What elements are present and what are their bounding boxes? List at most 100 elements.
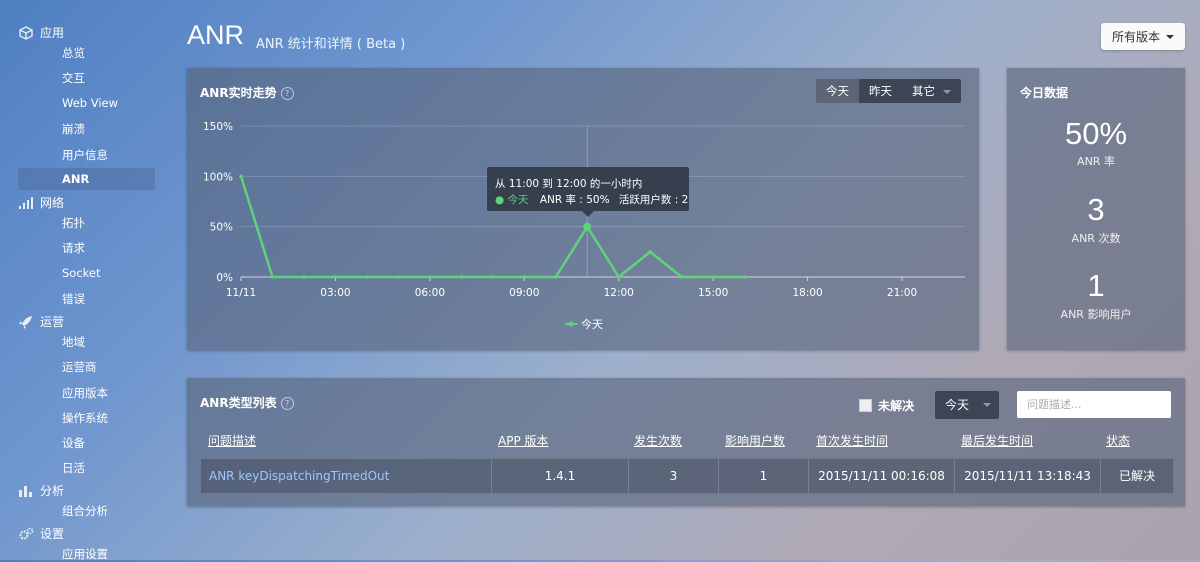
cube-icon [19, 25, 33, 40]
cell-status: 已解决 [1118, 469, 1155, 483]
x-tick-label: 11/11 [226, 287, 256, 299]
sidebar-item-request[interactable]: 请求 [62, 240, 85, 256]
cell-count: 3 [629, 459, 719, 493]
data-point [711, 275, 715, 279]
sidebar-item-combo-analysis[interactable]: 组合分析 [62, 503, 108, 519]
issue-description-link[interactable]: ANR keyDispatchingTimedOut [201, 459, 492, 493]
sidebar-item-error[interactable]: 错误 [62, 291, 85, 307]
data-point [428, 275, 432, 279]
y-tick-label: 100% [203, 171, 233, 183]
cell-app-version: 1.4.1 [492, 459, 629, 493]
sidebar: 应用 总览 交互 Web View 崩溃 用户信息 ANR 网络 拓扑 请求 S… [0, 0, 170, 561]
sidebar-section-label: 设置 [40, 527, 65, 541]
period-dropdown[interactable]: 今天 [935, 391, 999, 419]
sidebar-item-device[interactable]: 设备 [62, 435, 85, 451]
sidebar-item-anr[interactable]: ANR [18, 168, 155, 190]
sidebar-item-crash[interactable]: 崩溃 [62, 121, 85, 137]
page-subtitle: ANR 统计和详情 ( Beta ) [256, 37, 406, 52]
sidebar-item-carrier[interactable]: 运营商 [62, 359, 97, 375]
gear-icon [19, 527, 34, 539]
data-point [679, 275, 684, 279]
bar-chart-icon [19, 485, 32, 497]
sidebar-item-region[interactable]: 地域 [62, 334, 85, 350]
caret-down-icon [1166, 34, 1174, 39]
signal-icon [19, 196, 33, 209]
unresolved-checkbox[interactable] [859, 399, 872, 412]
data-point [365, 275, 369, 279]
sidebar-section-label: 应用 [40, 26, 65, 40]
sidebar-section-label: 网络 [40, 196, 65, 210]
sidebar-section-label: 运营 [40, 315, 65, 329]
legend-marker [568, 321, 574, 327]
col-header-count[interactable]: 发生次数 [634, 432, 682, 449]
tooltip-rate: ANR 率 : 50% [539, 194, 610, 206]
period-dropdown-label: 今天 [945, 398, 970, 412]
today-panel-title: 今日数据 [1020, 86, 1069, 100]
anr-rate-value: 50% [1064, 116, 1128, 151]
data-point [648, 250, 653, 254]
col-header-description[interactable]: 问题描述 [208, 432, 256, 449]
data-point [459, 275, 464, 279]
data-point [302, 275, 306, 279]
sidebar-item-socket[interactable]: Socket [62, 266, 101, 280]
col-header-affected-users[interactable]: 影响用户数 [725, 432, 785, 449]
cell-first-time: 2015/11/11 00:16:08 [809, 459, 955, 493]
chart-tooltip: 从 11:00 到 12:00 的一小时内 ● 今天 ANR 率 : 50% 活… [487, 167, 689, 217]
sidebar-item-webview[interactable]: Web View [62, 96, 118, 110]
y-tick-label: 50% [210, 222, 233, 234]
data-point [396, 275, 401, 279]
col-header-first-time[interactable]: 首次发生时间 [816, 432, 888, 449]
help-icon[interactable]: ? [280, 397, 294, 410]
sidebar-section-operation[interactable]: 运营 [18, 313, 64, 330]
unresolved-label: 未解决 [878, 399, 915, 413]
table-row[interactable]: ANR keyDispatchingTimedOut 1.4.1 3 1 201… [200, 458, 1174, 494]
data-point [522, 275, 527, 279]
data-point [742, 275, 747, 279]
x-tick-label: 18:00 [792, 287, 822, 299]
col-header-last-time[interactable]: 最后发生时间 [961, 432, 1033, 449]
sidebar-section-app[interactable]: 应用 [18, 24, 64, 41]
types-panel-title: ANR类型列表 [200, 396, 277, 410]
sidebar-item-app-version[interactable]: 应用版本 [62, 385, 108, 401]
version-dropdown-label: 所有版本 [1111, 30, 1160, 44]
issue-search-input[interactable] [1017, 391, 1171, 418]
anr-rate-label: ANR 率 [1077, 155, 1115, 168]
sidebar-item-overview[interactable]: 总览 [62, 45, 85, 61]
legend-label: 今天 [581, 317, 603, 331]
y-tick-label: 0% [216, 272, 233, 284]
cell-affected-users: 1 [719, 459, 809, 493]
data-point [270, 275, 275, 279]
data-point [553, 275, 558, 279]
sidebar-section-network[interactable]: 网络 [18, 194, 64, 211]
anr-users-label: ANR 影响用户 [1060, 308, 1132, 321]
x-tick-label: 09:00 [509, 287, 539, 299]
x-tick-label: 15:00 [698, 287, 728, 299]
data-point [583, 222, 592, 231]
x-tick-label: 21:00 [887, 287, 917, 299]
data-point [616, 275, 621, 279]
x-tick-label: 06:00 [415, 287, 445, 299]
sidebar-item-dau[interactable]: 日活 [62, 460, 85, 476]
anr-count-label: ANR 次数 [1071, 232, 1121, 245]
x-tick-label: 12:00 [604, 287, 634, 299]
page-title: ANR [187, 20, 245, 50]
col-header-status[interactable]: 状态 [1106, 432, 1130, 449]
sidebar-section-label: 分析 [40, 484, 65, 498]
y-tick-label: 150% [203, 121, 233, 133]
data-point [491, 275, 495, 279]
col-header-app-version[interactable]: APP 版本 [498, 432, 549, 449]
sidebar-item-interaction[interactable]: 交互 [62, 70, 85, 86]
sidebar-item-topology[interactable]: 拓扑 [62, 215, 85, 231]
caret-down-icon [983, 403, 991, 407]
tooltip-series: ● 今天 [495, 194, 529, 206]
anr-users-value: 1 [1087, 268, 1105, 303]
sidebar-item-user-info[interactable]: 用户信息 [62, 147, 108, 163]
cell-last-time: 2015/11/11 13:18:43 [955, 459, 1101, 493]
anr-count-value: 3 [1087, 192, 1105, 227]
sidebar-section-analysis[interactable]: 分析 [18, 482, 64, 499]
sidebar-section-settings[interactable]: 设置 [18, 525, 64, 542]
version-dropdown-button[interactable]: 所有版本 [1101, 23, 1185, 50]
sidebar-item-os[interactable]: 操作系统 [62, 410, 108, 426]
data-point [333, 275, 338, 279]
data-point [239, 174, 243, 179]
